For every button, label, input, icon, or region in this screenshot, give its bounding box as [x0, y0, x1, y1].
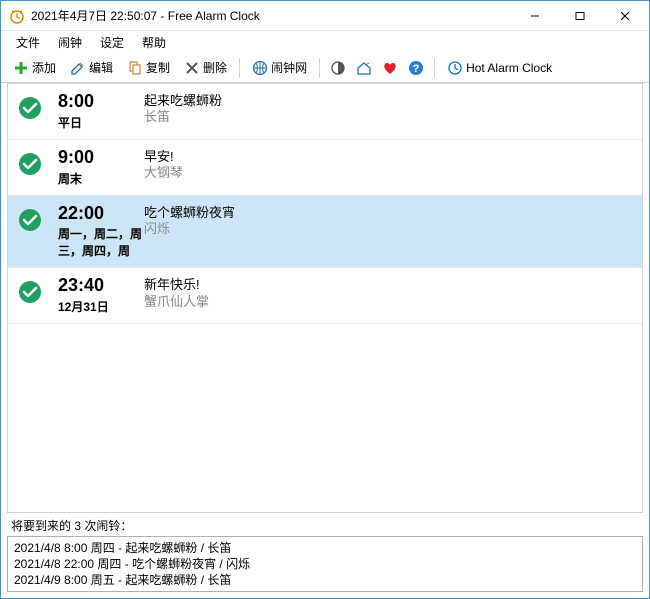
heart-icon[interactable]	[378, 56, 402, 80]
upcoming-item: 2021/4/8 22:00 周四 - 吃个螺蛳粉夜宵 / 闪烁	[14, 556, 636, 572]
delete-icon	[184, 60, 200, 76]
check-icon[interactable]	[18, 208, 42, 232]
alarm-row[interactable]: 8:00 平日起来吃螺蛳粉长笛	[8, 84, 642, 140]
alarm-time-col: 8:00 平日	[58, 92, 144, 131]
alarm-title: 起来吃螺蛳粉	[144, 93, 632, 109]
alarm-time-col: 23:40 12月31日	[58, 276, 144, 315]
maximize-button[interactable]	[557, 2, 602, 30]
alarm-sound: 大钢琴	[144, 165, 632, 181]
alarm-desc-col: 早安!大钢琴	[144, 148, 632, 182]
minimize-button[interactable]	[512, 2, 557, 30]
toolbar-separator	[434, 58, 435, 78]
alarm-time-col: 22:00周一，周二，周三，周四，周	[58, 204, 144, 260]
alarm-row[interactable]: 9:00 周末早安!大钢琴	[8, 140, 642, 196]
alarm-title: 新年快乐!	[144, 277, 632, 293]
alarm-sound: 闪烁	[144, 221, 632, 237]
clock-icon	[447, 60, 463, 76]
check-icon[interactable]	[18, 152, 42, 176]
check-icon[interactable]	[18, 96, 42, 120]
alarm-days: 12月31日	[58, 298, 144, 315]
upcoming-label: 将要到来的 3 次闹铃：	[1, 513, 649, 536]
alarm-time: 9:00	[58, 148, 144, 168]
alarm-sound: 蟹爪仙人掌	[144, 294, 632, 310]
help-icon[interactable]: ?	[404, 56, 428, 80]
plus-icon	[13, 60, 29, 76]
alarm-desc-col: 吃个螺蛳粉夜宵闪烁	[144, 204, 632, 238]
close-button[interactable]	[602, 2, 647, 30]
window-title: 2021年4月7日 22:50:07 - Free Alarm Clock	[31, 7, 512, 24]
alarm-days: 周末	[58, 170, 144, 187]
globe-icon	[252, 60, 268, 76]
toolbar-separator	[239, 58, 240, 78]
add-button[interactable]: 添加	[7, 56, 62, 79]
alarm-days: 平日	[58, 114, 144, 131]
alarm-days: 周一，周二，周三，周四，周	[58, 225, 144, 259]
toolbar: 添加 编辑 复制 删除 闹钟网 ? Hot Alarm Clock	[1, 53, 649, 83]
alarm-title: 早安!	[144, 149, 632, 165]
website-label: 闹钟网	[271, 59, 307, 76]
menu-help[interactable]: 帮助	[133, 32, 175, 53]
upcoming-box: 2021/4/8 8:00 周四 - 起来吃螺蛳粉 / 长笛2021/4/8 2…	[7, 536, 643, 592]
pencil-icon	[70, 60, 86, 76]
alarm-sound: 长笛	[144, 109, 632, 125]
app-window: 2021年4月7日 22:50:07 - Free Alarm Clock 文件…	[0, 0, 650, 599]
alarm-desc-col: 起来吃螺蛳粉长笛	[144, 92, 632, 126]
home-icon[interactable]	[352, 56, 376, 80]
menu-alarm[interactable]: 闹钟	[49, 32, 91, 53]
menu-file[interactable]: 文件	[7, 32, 49, 53]
svg-text:?: ?	[413, 63, 420, 75]
app-icon	[9, 8, 25, 24]
hot-alarm-label: Hot Alarm Clock	[466, 61, 552, 75]
window-controls	[512, 2, 647, 30]
hot-alarm-button[interactable]: Hot Alarm Clock	[441, 57, 558, 79]
alarm-time: 22:00	[58, 204, 144, 224]
delete-label: 删除	[203, 59, 227, 76]
alarm-row[interactable]: 22:00周一，周二，周三，周四，周吃个螺蛳粉夜宵闪烁	[8, 196, 642, 269]
copy-button[interactable]: 复制	[121, 56, 176, 79]
alarm-title: 吃个螺蛳粉夜宵	[144, 205, 632, 221]
contrast-icon[interactable]	[326, 56, 350, 80]
alarm-list[interactable]: 8:00平日起来吃螺蛳粉长笛9:00周末早安!大钢琴22:00周一，周二，周三，…	[7, 83, 643, 513]
copy-label: 复制	[146, 59, 170, 76]
add-label: 添加	[32, 59, 56, 76]
check-icon[interactable]	[18, 280, 42, 304]
alarm-time: 8:00	[58, 92, 144, 112]
alarm-row[interactable]: 23:40 12月31日新年快乐!蟹爪仙人掌	[8, 268, 642, 324]
toolbar-separator	[319, 58, 320, 78]
edit-label: 编辑	[89, 59, 113, 76]
menubar: 文件 闹钟 设定 帮助	[1, 31, 649, 53]
menu-settings[interactable]: 设定	[91, 32, 133, 53]
upcoming-item: 2021/4/8 8:00 周四 - 起来吃螺蛳粉 / 长笛	[14, 540, 636, 556]
edit-button[interactable]: 编辑	[64, 56, 119, 79]
upcoming-item: 2021/4/9 8:00 周五 - 起来吃螺蛳粉 / 长笛	[14, 572, 636, 588]
website-button[interactable]: 闹钟网	[246, 56, 313, 79]
alarm-desc-col: 新年快乐!蟹爪仙人掌	[144, 276, 632, 310]
titlebar: 2021年4月7日 22:50:07 - Free Alarm Clock	[1, 1, 649, 31]
copy-icon	[127, 60, 143, 76]
alarm-time-col: 9:00 周末	[58, 148, 144, 187]
alarm-time: 23:40	[58, 276, 144, 296]
delete-button[interactable]: 删除	[178, 56, 233, 79]
